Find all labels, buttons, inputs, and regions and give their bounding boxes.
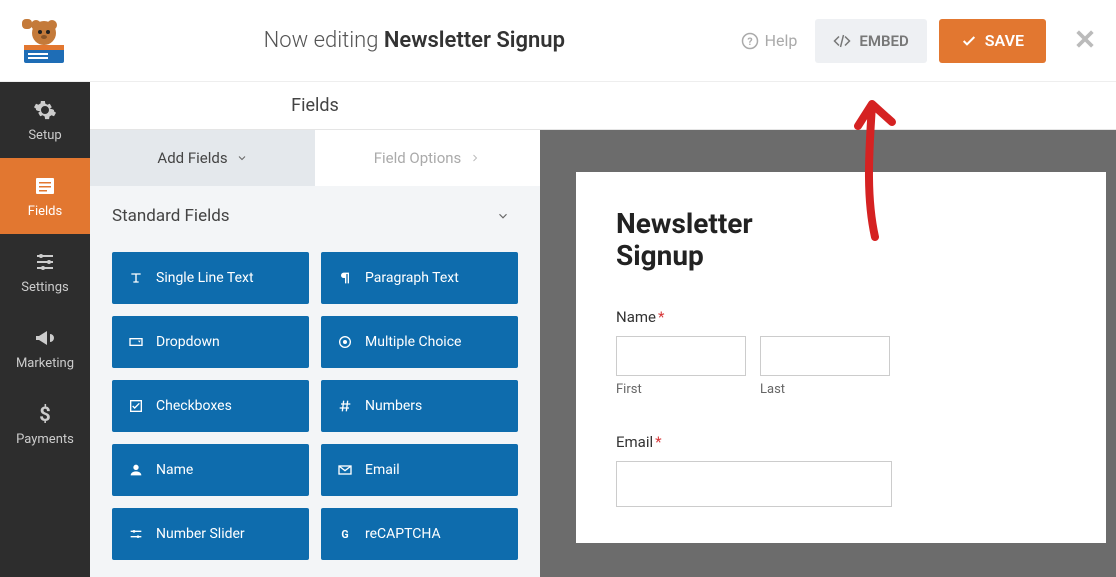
bullhorn-icon [33, 326, 57, 350]
field-label: Paragraph Text [365, 270, 459, 286]
close-icon [1074, 28, 1096, 50]
help-link[interactable]: ? Help [741, 31, 798, 50]
preview-header-strip [540, 82, 1116, 130]
embed-label: EMBED [859, 32, 908, 50]
tab-field-options[interactable]: Field Options [315, 130, 540, 186]
user-icon [128, 462, 144, 478]
field-label: reCAPTCHA [365, 526, 441, 542]
gear-icon [33, 98, 57, 122]
editing-title: Now editing Newsletter Signup [88, 28, 741, 53]
field-checkboxes[interactable]: Checkboxes [112, 380, 309, 432]
radio-icon [337, 334, 353, 350]
first-name-input[interactable] [616, 336, 746, 376]
field-label: Number Slider [156, 526, 245, 542]
field-number-slider[interactable]: Number Slider [112, 508, 309, 560]
dropdown-icon [128, 334, 144, 350]
chevron-down-icon [496, 209, 510, 223]
first-name-column: First [616, 336, 746, 397]
top-bar: Now editing Newsletter Signup ? Help EMB… [0, 0, 1116, 82]
field-label: Email* [616, 433, 1066, 451]
sidebar-item-payments[interactable]: $ Payments [0, 386, 90, 462]
left-sidebar: Setup Fields Settings Marketing $ Paymen… [0, 82, 90, 577]
tab-label: Field Options [374, 149, 462, 167]
field-dropdown[interactable]: Dropdown [112, 316, 309, 368]
fields-panel: Fields Add Fields Field Options Standard… [90, 82, 540, 577]
field-label: Name [156, 462, 193, 478]
tab-label: Add Fields [157, 149, 227, 167]
field-label: Single Line Text [156, 270, 254, 286]
field-name[interactable]: Name* First Last [616, 308, 1066, 397]
field-label: Numbers [365, 398, 422, 414]
form-title: Newsletter Signup [616, 208, 1066, 272]
field-label: Email [365, 462, 400, 478]
form-name: Newsletter Signup [384, 28, 565, 53]
field-label: Checkboxes [156, 398, 232, 414]
editing-prefix: Now editing [264, 28, 384, 53]
help-icon: ? [741, 32, 759, 50]
recaptcha-icon: G [337, 526, 353, 542]
last-name-column: Last [760, 336, 890, 397]
paragraph-icon [337, 270, 353, 286]
sidebar-label: Payments [16, 432, 74, 447]
sidebar-label: Fields [28, 204, 62, 219]
save-label: SAVE [985, 31, 1024, 50]
chevron-right-icon [469, 152, 481, 164]
field-label: Name* [616, 308, 1066, 326]
sliders-icon [33, 250, 57, 274]
field-grid: Single Line Text Paragraph Text Dropdown… [90, 246, 540, 566]
envelope-icon [337, 462, 353, 478]
field-name[interactable]: Name [112, 444, 309, 496]
field-multiple-choice[interactable]: Multiple Choice [321, 316, 518, 368]
field-label: Dropdown [156, 334, 220, 350]
field-recaptcha[interactable]: G reCAPTCHA [321, 508, 518, 560]
form-icon [33, 174, 57, 198]
form-preview: Newsletter Signup Name* First Last [540, 82, 1116, 577]
checkbox-icon [128, 398, 144, 414]
accordion-label: Standard Fields [112, 206, 230, 226]
close-button[interactable] [1074, 24, 1096, 57]
form-canvas[interactable]: Newsletter Signup Name* First Last [576, 172, 1106, 543]
text-icon [128, 270, 144, 286]
chevron-down-icon [236, 152, 248, 164]
field-paragraph-text[interactable]: Paragraph Text [321, 252, 518, 304]
svg-text:G: G [341, 528, 348, 541]
sidebar-item-fields[interactable]: Fields [0, 158, 90, 234]
save-button[interactable]: SAVE [939, 19, 1046, 63]
code-icon [833, 32, 851, 50]
svg-text:?: ? [747, 34, 752, 47]
tab-add-fields[interactable]: Add Fields [90, 130, 315, 186]
sidebar-label: Setup [28, 128, 61, 143]
name-row: First Last [616, 336, 1066, 397]
panel-header: Fields [90, 82, 540, 130]
sidebar-item-settings[interactable]: Settings [0, 234, 90, 310]
panel-tabs: Add Fields Field Options [90, 130, 540, 186]
help-label: Help [765, 31, 798, 50]
sidebar-label: Settings [21, 280, 68, 295]
required-asterisk: * [655, 433, 661, 451]
field-numbers[interactable]: Numbers [321, 380, 518, 432]
hash-icon [337, 398, 353, 414]
accordion-standard-fields[interactable]: Standard Fields [90, 186, 540, 246]
field-single-line-text[interactable]: Single Line Text [112, 252, 309, 304]
last-sublabel: Last [760, 382, 890, 397]
first-sublabel: First [616, 382, 746, 397]
email-input[interactable] [616, 461, 892, 507]
field-label: Multiple Choice [365, 334, 461, 350]
check-icon [961, 33, 977, 49]
dollar-icon: $ [33, 402, 57, 426]
field-email[interactable]: Email* [616, 433, 1066, 507]
embed-button[interactable]: EMBED [815, 19, 926, 63]
sidebar-item-marketing[interactable]: Marketing [0, 310, 90, 386]
required-asterisk: * [658, 308, 664, 326]
sidebar-item-setup[interactable]: Setup [0, 82, 90, 158]
main-row: Setup Fields Settings Marketing $ Paymen… [0, 82, 1116, 577]
last-name-input[interactable] [760, 336, 890, 376]
svg-text:$: $ [39, 402, 50, 426]
slider-icon [128, 526, 144, 542]
field-email[interactable]: Email [321, 444, 518, 496]
app-logo [20, 17, 68, 65]
sidebar-label: Marketing [16, 356, 74, 371]
